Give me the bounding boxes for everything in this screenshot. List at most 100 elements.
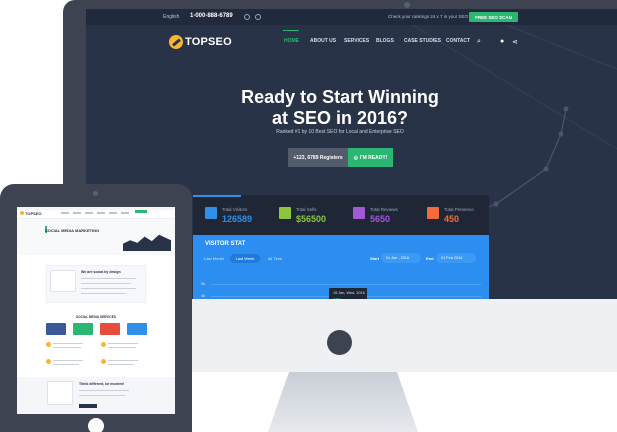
end-label: End (426, 256, 434, 261)
hero-title-line2: at SEO in 2016? (271, 108, 409, 128)
top-bar: English 1-000-888-6789 Check your rankin… (86, 9, 617, 25)
tab-last-month[interactable]: Last Month (201, 254, 227, 263)
phone-number: 1-000-888-6789 (190, 13, 233, 19)
search-icon[interactable]: ⌕ (477, 38, 481, 46)
stats-bar: Total Visitors 126589 Total Sells $56500… (193, 195, 489, 235)
share-icon[interactable]: ⋖ (512, 38, 518, 46)
mobile-nav-item[interactable] (121, 212, 129, 214)
stat-value: 5650 (370, 214, 391, 224)
chart-dot (563, 106, 569, 112)
text-line (108, 364, 134, 365)
start-date-value: 01 Jan , 2016 (386, 256, 410, 260)
mobile-hero: SOCIAL MEDIA MARKETING (17, 219, 175, 255)
mobile-nav-item[interactable] (73, 212, 81, 214)
mobile-bottom-section: Think different, be modern! (17, 377, 175, 414)
text-line (79, 390, 129, 391)
end-date-value: 01 Feb 2016 (441, 256, 463, 260)
tablet-screen: TOPSEO SOCIAL MEDIA MARKETING We are soc… (17, 207, 175, 414)
stat-label: Total Reviews (370, 207, 398, 212)
mobile-section-title: SOCIAL MEDIA SERVICES (76, 315, 116, 319)
presence-icon (427, 207, 439, 219)
mail-icon[interactable] (255, 14, 261, 20)
stat-label: Total Visitors (222, 207, 248, 212)
start-date-picker[interactable]: 01 Jan , 2016 (381, 253, 421, 263)
tab-last-week[interactable]: Last Week (230, 254, 260, 263)
nav-about-us[interactable]: ABOUT US (310, 38, 336, 44)
language-selector[interactable]: English (163, 14, 179, 20)
text-line (108, 347, 136, 348)
tab-all-time[interactable]: All Time (263, 254, 287, 263)
chart-tooltip: 15 Jan, Wed, 2016 156 (329, 288, 367, 299)
stats-active-tab (193, 195, 241, 197)
nav-contact[interactable]: CONTACT (446, 38, 470, 44)
stat-label: Total Presence (444, 207, 474, 212)
skype-icon[interactable] (244, 14, 250, 20)
im-ready-label: I'M READY! (360, 154, 388, 161)
trend-icon (205, 207, 217, 219)
text-line (81, 278, 136, 279)
mobile-hero-title: SOCIAL MEDIA MARKETING (45, 228, 100, 233)
check-icon: ◎ (353, 154, 359, 161)
mobile-nav-item[interactable] (109, 212, 117, 214)
text-line (81, 288, 136, 289)
nav-services[interactable]: SERVICES (344, 38, 369, 44)
service-box[interactable] (46, 323, 66, 335)
stat-value: 126589 (222, 214, 253, 224)
tooltip-date: 15 Jan, Wed, 2016 (333, 291, 365, 295)
mobile-nav-item[interactable] (85, 212, 93, 214)
start-label: Start (370, 256, 380, 261)
axis-label: 4k (201, 293, 206, 298)
chart-dot (493, 201, 499, 207)
hero-title-line1: Ready to Start Winning (241, 87, 439, 107)
chart-dot (543, 166, 549, 172)
camera-icon (404, 2, 410, 8)
chart-dot (558, 131, 564, 137)
mobile-nav-item[interactable] (97, 212, 105, 214)
ipad-frame: TOPSEO SOCIAL MEDIA MARKETING We are soc… (0, 184, 192, 432)
im-ready-button[interactable]: ◎ I'M READY! (348, 148, 393, 167)
text-line (108, 360, 138, 361)
chat-icon[interactable]: ● (500, 38, 504, 45)
grid-line (211, 284, 481, 285)
hero-title: Ready to Start Winning at SEO in 2016? (186, 87, 494, 129)
stat-value: $56500 (296, 214, 327, 224)
nav-home[interactable]: HOME (284, 38, 299, 44)
text-line (81, 283, 131, 284)
text-line (79, 395, 125, 396)
service-box[interactable] (73, 323, 93, 335)
text-line (53, 364, 79, 365)
city-illustration (123, 234, 171, 251)
text-line (81, 293, 126, 294)
visitor-stat-title: VISITOR STAT (205, 241, 246, 247)
free-seo-scan-button[interactable]: FREE SEO SCAN (469, 12, 518, 22)
mobile-brand-logo[interactable]: TOPSEO (20, 211, 42, 216)
end-date-picker[interactable]: 01 Feb 2016 (436, 253, 476, 263)
text-line (53, 343, 83, 344)
nav-case-studies[interactable]: CASE STUDIES (404, 38, 441, 44)
brand-logo[interactable]: TOPSEO (185, 36, 232, 48)
service-icon (101, 359, 106, 364)
feature-card-title: We are social by design (81, 270, 121, 274)
registers-button[interactable]: +123, 6789 Registers (288, 148, 348, 167)
home-button[interactable] (88, 418, 104, 432)
bottom-section-button[interactable] (79, 404, 97, 408)
apple-logo-icon (327, 330, 352, 355)
cart-icon (279, 207, 291, 219)
nav-active-indicator (283, 30, 299, 31)
service-icon (101, 342, 106, 347)
mobile-nav-item[interactable] (61, 212, 69, 214)
service-box[interactable] (127, 323, 147, 335)
devices-mockup: English 1-000-888-6789 Check your rankin… (0, 0, 617, 432)
text-line (53, 360, 83, 361)
mobile-nav: TOPSEO (17, 210, 175, 219)
text-line (108, 343, 138, 344)
camera-icon (93, 191, 98, 196)
nav-blogs[interactable]: BLOGS (376, 38, 394, 44)
stat-label: Total Sells (296, 207, 317, 212)
top-message: Check your rankings 24 x 7 in your SEO c… (388, 14, 480, 19)
axis-label: 5k (201, 281, 206, 286)
mobile-scan-button[interactable] (135, 210, 147, 213)
device-illustration (47, 381, 73, 405)
service-icon (46, 342, 51, 347)
service-box[interactable] (100, 323, 120, 335)
